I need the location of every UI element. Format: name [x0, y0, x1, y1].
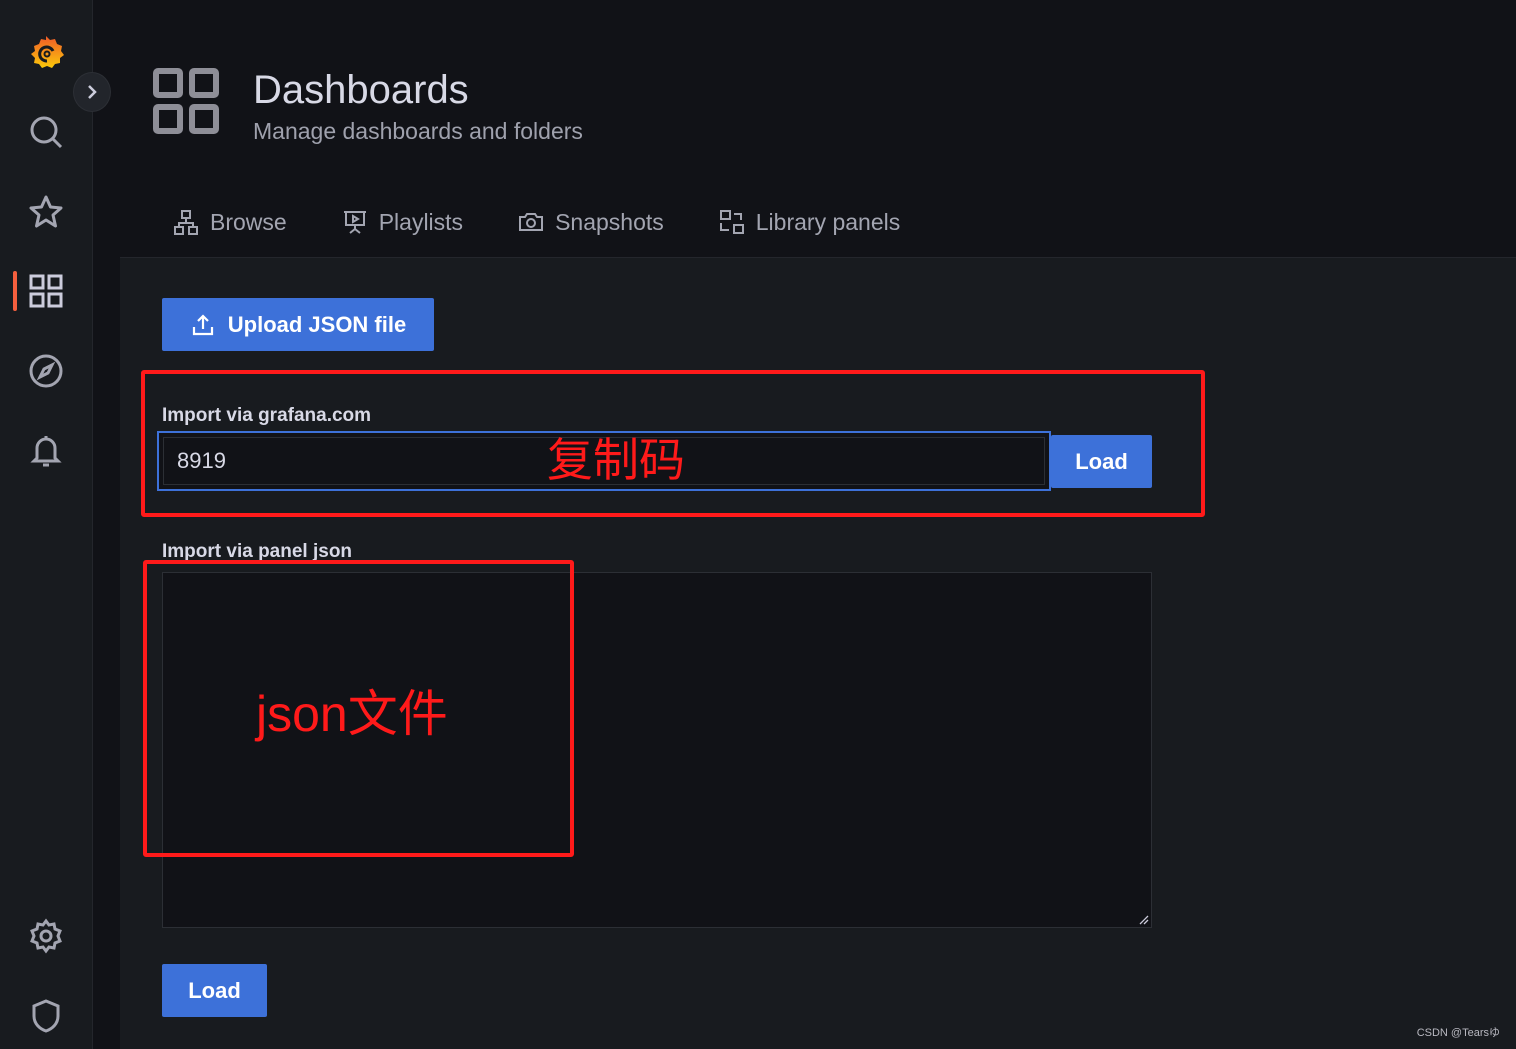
explore-compass-icon[interactable] [26, 351, 66, 391]
annotation-code-note: 复制码 [547, 434, 685, 486]
tab-snapshots[interactable]: Snapshots [517, 208, 664, 236]
annotation-json-note: json文件 [256, 686, 448, 742]
shield-icon[interactable] [26, 996, 66, 1036]
tab-label: Snapshots [555, 208, 664, 235]
page-subtitle: Manage dashboards and folders [253, 118, 583, 144]
dashboards-header-icon [152, 67, 220, 140]
library-panels-icon [719, 210, 744, 234]
expand-sidebar-button[interactable] [73, 72, 111, 112]
dashboards-icon[interactable] [26, 271, 66, 311]
resize-handle-icon[interactable] [1137, 913, 1149, 925]
page-title: Dashboards [253, 68, 469, 112]
tab-label: Library panels [755, 208, 901, 235]
sitemap-icon [174, 210, 198, 235]
watermark: CSDN @Tearsゆ [1416, 1027, 1500, 1039]
sidebar [0, 0, 93, 1049]
active-indicator [13, 271, 17, 311]
camera-icon [519, 213, 544, 231]
presentation-icon [343, 211, 366, 234]
tab-playlists[interactable]: Playlists [341, 208, 463, 236]
tab-browse[interactable]: Browse [172, 208, 287, 236]
tab-bar: Browse Playlists Snapshots Library panel… [172, 208, 954, 236]
tab-label: Playlists [378, 208, 464, 235]
upload-json-button[interactable]: Upload JSON file [162, 298, 434, 351]
button-label: Upload JSON file [227, 311, 407, 337]
tab-library-panels[interactable]: Library panels [718, 208, 900, 236]
star-icon[interactable] [26, 192, 66, 232]
load-button[interactable]: Load [162, 964, 267, 1017]
chevron-right-icon [88, 85, 97, 99]
gear-icon[interactable] [26, 916, 66, 956]
tab-label: Browse [210, 208, 287, 235]
alerting-bell-icon[interactable] [26, 430, 66, 470]
grafana-logo-icon[interactable] [26, 33, 66, 73]
upload-icon [192, 313, 213, 335]
search-icon[interactable] [26, 112, 66, 152]
